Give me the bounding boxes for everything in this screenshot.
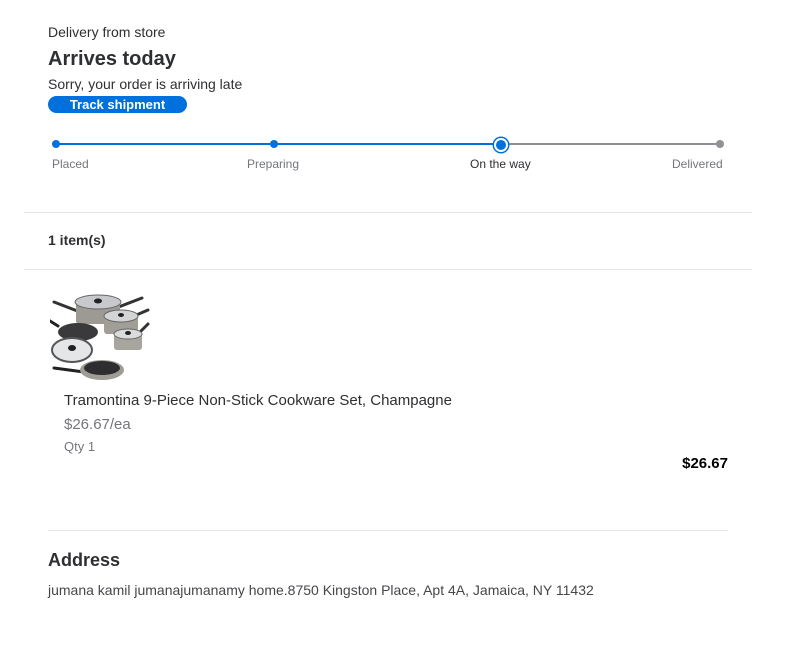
track-shipment-button[interactable]: Track shipment — [48, 96, 187, 113]
step-dot-delivered — [716, 140, 724, 148]
section-divider — [24, 212, 752, 213]
progress-segment-2 — [274, 143, 500, 145]
unit-price: $26.67/ea — [64, 416, 131, 433]
step-label-delivered: Delivered — [672, 157, 723, 171]
item-total-price: $26.67 — [682, 455, 728, 472]
step-label-placed: Placed — [52, 157, 89, 171]
progress-segment-3 — [500, 143, 720, 145]
step-label-on-the-way: On the way — [470, 157, 531, 171]
step-label-preparing: Preparing — [247, 157, 300, 171]
delivery-method: Delivery from store — [48, 24, 166, 40]
progress-segment-1 — [56, 143, 274, 145]
step-dot-preparing — [270, 140, 278, 148]
step-dot-placed — [52, 140, 60, 148]
item-quantity: Qty 1 — [64, 439, 96, 454]
cookware-set-image[interactable] — [48, 288, 154, 386]
arrival-title: Arrives today — [48, 48, 176, 70]
section-divider — [24, 269, 752, 270]
address-heading: Address — [48, 550, 121, 570]
step-dot-on-the-way — [494, 138, 508, 152]
section-divider — [48, 530, 728, 531]
order-progress-tracker: Placed Preparing On the way Delivered — [40, 132, 740, 182]
product-name[interactable]: Tramontina 9-Piece Non-Stick Cookware Se… — [64, 392, 452, 409]
delivery-address: jumana kamil jumanajumanamy home.8750 Ki… — [48, 582, 594, 598]
item-count: 1 item(s) — [48, 232, 106, 248]
late-status-message: Sorry, your order is arriving late — [48, 76, 243, 92]
